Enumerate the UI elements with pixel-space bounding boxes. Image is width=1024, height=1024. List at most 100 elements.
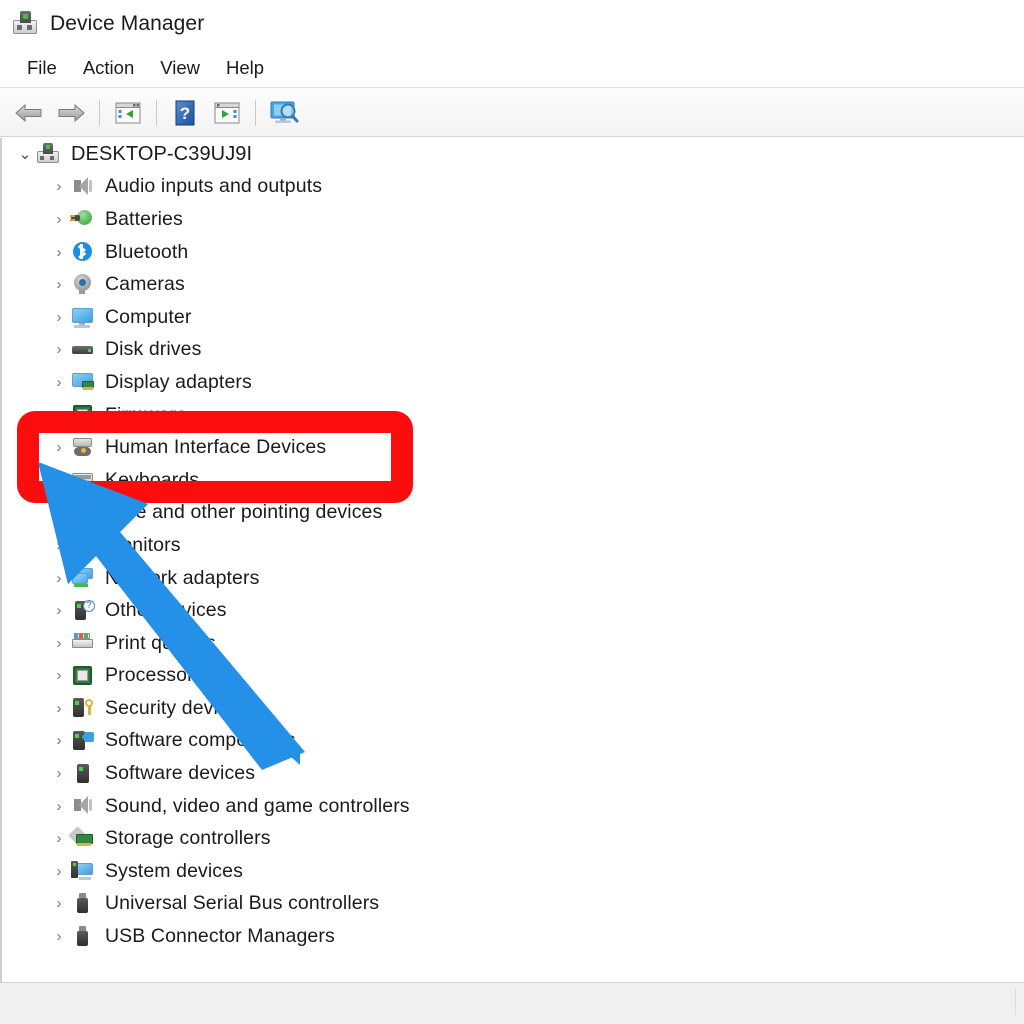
- tree-item-label: Human Interface Devices: [105, 436, 327, 459]
- tree-item-label: Other devices: [105, 599, 227, 622]
- chevron-right-icon[interactable]: ›: [48, 863, 70, 880]
- tree-item-sound-video-and-game-controllers[interactable]: › Sound, video and game controllers: [2, 790, 1024, 823]
- chevron-right-icon[interactable]: ›: [48, 667, 70, 684]
- forward-arrow-icon: [58, 103, 85, 122]
- help-button[interactable]: ?: [164, 94, 206, 132]
- chevron-right-icon[interactable]: ›: [48, 374, 70, 391]
- device-tree[interactable]: ⌄ DESKTOP-C39UJ9I › Audio inputs and out…: [0, 138, 1024, 982]
- tree-item-label: Storage controllers: [105, 827, 271, 850]
- tree-item-label: Software devices: [105, 762, 256, 785]
- chevron-right-icon[interactable]: ›: [48, 472, 70, 489]
- tree-item-cameras[interactable]: › Cameras: [2, 268, 1024, 301]
- tree-item-network-adapters[interactable]: › Network adapters: [2, 562, 1024, 595]
- tree-item-batteries[interactable]: › Batteries: [2, 203, 1024, 236]
- bluetooth-icon: [70, 240, 96, 264]
- tree-item-disk-drives[interactable]: › Disk drives: [2, 334, 1024, 367]
- chevron-right-icon[interactable]: ›: [48, 928, 70, 945]
- tree-item-bluetooth[interactable]: › Bluetooth: [2, 236, 1024, 269]
- properties-button[interactable]: [107, 94, 149, 132]
- tree-item-computer[interactable]: › Computer: [2, 301, 1024, 334]
- forward-button[interactable]: [50, 94, 92, 132]
- tree-item-keyboards[interactable]: › Keyboards: [2, 464, 1024, 497]
- keyboard-icon: [70, 468, 96, 492]
- usb-icon: [70, 892, 96, 916]
- tree-item-label: Batteries: [105, 207, 183, 230]
- menu-help[interactable]: Help: [213, 53, 277, 83]
- menu-file[interactable]: File: [14, 53, 70, 83]
- menu-action[interactable]: Action: [70, 53, 147, 83]
- chevron-right-icon[interactable]: ›: [48, 798, 70, 815]
- menu-bar: File Action View Help: [0, 48, 1024, 88]
- chevron-right-icon[interactable]: ›: [48, 602, 70, 619]
- network-adapter-icon: [70, 566, 96, 590]
- tree-item-monitors[interactable]: › Monitors: [2, 529, 1024, 562]
- tree-item-label: Firmware: [105, 403, 188, 426]
- chevron-right-icon[interactable]: ›: [48, 635, 70, 652]
- chevron-right-icon[interactable]: ›: [48, 407, 70, 424]
- tree-root-label: DESKTOP-C39UJ9I: [71, 142, 253, 165]
- tree-item-storage-controllers[interactable]: › Storage controllers: [2, 822, 1024, 855]
- chevron-right-icon[interactable]: ›: [48, 178, 70, 195]
- back-arrow-icon: [15, 103, 42, 122]
- device-manager-window: Device Manager File Action View Help ? ⌄…: [0, 0, 1024, 1024]
- tree-item-security-devices[interactable]: › Security devices: [2, 692, 1024, 725]
- tree-item-label: USB Connector Managers: [105, 925, 335, 948]
- properties-icon: [115, 102, 141, 123]
- chevron-right-icon[interactable]: ›: [48, 732, 70, 749]
- help-question-icon: ?: [175, 100, 195, 125]
- menu-view[interactable]: View: [147, 53, 213, 83]
- tree-item-usb-connector-managers[interactable]: › USB Connector Managers: [2, 920, 1024, 953]
- tree-item-firmware[interactable]: › Firmware: [2, 399, 1024, 432]
- toolbar: ?: [0, 89, 1024, 137]
- tree-item-audio-inputs-and-outputs[interactable]: › Audio inputs and outputs: [2, 171, 1024, 204]
- tree-item-label: Security devices: [105, 696, 249, 719]
- device-manager-icon: [12, 11, 38, 37]
- chevron-right-icon[interactable]: ›: [48, 341, 70, 358]
- update-driver-button[interactable]: [206, 94, 248, 132]
- toolbar-separator: [156, 99, 157, 126]
- chevron-right-icon[interactable]: ›: [48, 537, 70, 554]
- tree-item-processors[interactable]: › Processors: [2, 660, 1024, 693]
- update-driver-icon: [214, 102, 240, 123]
- camera-icon: [70, 273, 96, 297]
- printer-icon: [70, 631, 96, 655]
- chevron-right-icon[interactable]: ›: [48, 504, 70, 521]
- speaker-icon: [70, 794, 96, 818]
- scan-hardware-button[interactable]: [263, 94, 305, 132]
- tree-item-label: Universal Serial Bus controllers: [105, 892, 380, 915]
- tree-root-desktop[interactable]: ⌄ DESKTOP-C39UJ9I: [2, 138, 1024, 171]
- chevron-right-icon[interactable]: ›: [48, 439, 70, 456]
- chevron-right-icon[interactable]: ›: [48, 570, 70, 587]
- tree-item-human-interface-devices[interactable]: › Human Interface Devices: [2, 431, 1024, 464]
- tree-item-print-queues[interactable]: › Print queues: [2, 627, 1024, 660]
- tree-item-mice-and-other-pointing-devices[interactable]: › Mice and other pointing devices: [2, 497, 1024, 530]
- tree-item-software-components[interactable]: › Software components: [2, 725, 1024, 758]
- monitor-icon: [70, 533, 96, 557]
- chevron-right-icon[interactable]: ›: [48, 244, 70, 261]
- chevron-right-icon[interactable]: ›: [48, 276, 70, 293]
- tree-item-label: Cameras: [105, 273, 185, 296]
- back-button[interactable]: [8, 94, 50, 132]
- tree-item-label: Keyboards: [105, 468, 200, 491]
- tree-item-label: Display adapters: [105, 370, 252, 393]
- scan-for-hardware-changes-icon: [270, 101, 299, 123]
- chevron-right-icon[interactable]: ›: [48, 765, 70, 782]
- chevron-right-icon[interactable]: ›: [48, 211, 70, 228]
- chevron-right-icon[interactable]: ›: [48, 830, 70, 847]
- monitor-icon: [70, 305, 96, 329]
- tree-item-software-devices[interactable]: › Software devices: [2, 757, 1024, 790]
- tree-item-universal-serial-bus-controllers[interactable]: › Universal Serial Bus controllers: [2, 888, 1024, 921]
- software-component-icon: [70, 729, 96, 753]
- chevron-right-icon[interactable]: ›: [48, 700, 70, 717]
- tree-item-display-adapters[interactable]: › Display adapters: [2, 366, 1024, 399]
- tree-item-label: Bluetooth: [105, 240, 189, 263]
- tree-item-other-devices[interactable]: › ? Other devices: [2, 594, 1024, 627]
- chevron-down-icon[interactable]: ⌄: [14, 145, 36, 163]
- tree-item-system-devices[interactable]: › System devices: [2, 855, 1024, 888]
- storage-controller-icon: [68, 826, 96, 851]
- tree-item-label: System devices: [105, 859, 243, 882]
- disk-drive-icon: [70, 338, 96, 362]
- status-bar: [0, 982, 1024, 1024]
- chevron-right-icon[interactable]: ›: [48, 895, 70, 912]
- chevron-right-icon[interactable]: ›: [48, 309, 70, 326]
